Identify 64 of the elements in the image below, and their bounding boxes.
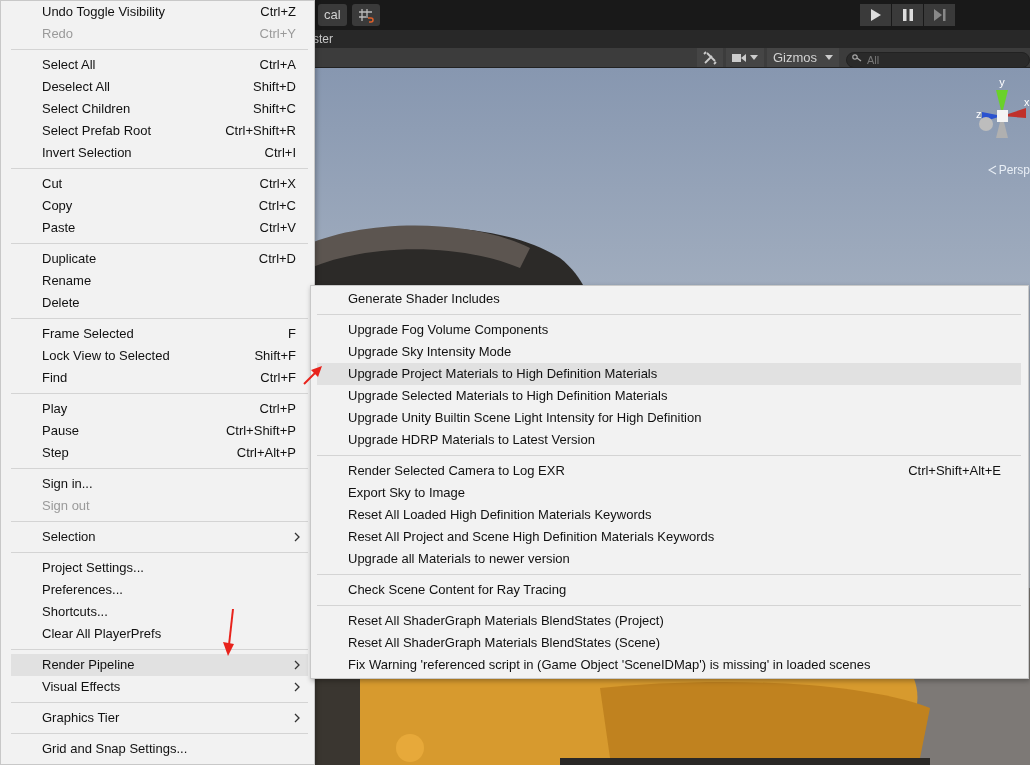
menu-item[interactable]: Check Scene Content for Ray Tracing [317,579,1021,601]
menu-item[interactable]: Find Ctrl+F [11,367,308,389]
menu-item[interactable]: Upgrade Unity Builtin Scene Light Intensity for High Definition [317,407,1021,429]
menu-item[interactable]: Upgrade Selected Materials to High Definition Materials [317,385,1021,407]
gizmos-dropdown[interactable]: Gizmos [766,48,839,67]
menu-item[interactable]: Copy Ctrl+C [11,195,308,217]
menu-item[interactable]: Select Prefab Root Ctrl+Shift+R [11,120,308,142]
grid-icon [357,7,374,23]
menu-item[interactable]: Rename [11,270,308,292]
menu-item[interactable]: Frame Selected F [11,323,308,345]
menu-item[interactable]: Upgrade all Materials to newer version [317,548,1021,570]
camera-dropdown[interactable] [725,48,764,67]
tools-icon [702,50,717,65]
pause-icon [902,9,913,21]
play-icon [870,9,881,21]
menu-item[interactable]: Undo Toggle Visibility Ctrl+Z [11,1,308,23]
menu-item[interactable]: Shortcuts... [11,601,308,623]
menu-item[interactable]: Play Ctrl+P [11,398,308,420]
menu-item[interactable]: Reset All Project and Scene High Definition Materials Keywords [317,526,1021,548]
menu-item[interactable]: Graphics Tier [11,707,308,729]
menu-item[interactable]: Generate Shader Includes [317,288,1021,310]
menu-item[interactable]: Reset All Loaded High Definition Materials Keywords [317,504,1021,526]
menu-item[interactable]: Step Ctrl+Alt+P [11,442,308,464]
menu-item[interactable]: Invert Selection Ctrl+I [11,142,308,164]
menu-item[interactable]: Sign in... [11,473,308,495]
menu-item[interactable]: Grid and Snap Settings... [11,738,308,760]
menu-item[interactable]: Preferences... [11,579,308,601]
menu-item[interactable]: Reset All ShaderGraph Materials BlendStates (Scene) [317,632,1021,654]
menu-item[interactable]: Export Sky to Image [317,482,1021,504]
menu-item[interactable]: Delete [11,292,308,314]
chevron-icon [987,165,997,175]
mode-button[interactable]: cal [318,4,347,26]
menu-item[interactable]: Upgrade Project Materials to High Definition Materials [317,363,1021,385]
menu-item[interactable]: Reset All ShaderGraph Materials BlendStates (Project) [317,610,1021,632]
menu-item[interactable]: Cut Ctrl+X [11,173,308,195]
arrow-icon [220,607,236,657]
play-button[interactable] [860,4,891,26]
menu-item[interactable]: Render Selected Camera to Log EXR Ctrl+Shift+Alt+E [317,460,1021,482]
menu-item[interactable]: Upgrade Fog Volume Components [317,319,1021,341]
menu-item[interactable]: Fix Warning 'referenced script in (Game Object 'SceneIDMap') is missing' in loaded scenes [317,654,1021,676]
camera-icon [731,52,746,63]
step-icon [933,9,946,21]
menu-item[interactable]: Clear All PlayerPrefs [11,623,308,645]
menu-item[interactable]: Upgrade Sky Intensity Mode [317,341,1021,363]
arrow-icon [302,364,324,386]
menu-item[interactable]: Select All Ctrl+A [11,54,308,76]
menu-item[interactable]: Paste Ctrl+V [11,217,308,239]
menu-item[interactable]: Pause Ctrl+Shift+P [11,420,308,442]
menu-item[interactable]: Project Settings... [11,557,308,579]
menu-item[interactable]: Select Children Shift+C [11,98,308,120]
caret-icon [825,55,833,60]
pause-button[interactable] [892,4,923,26]
tools-button[interactable] [696,48,723,67]
search-field[interactable]: All [846,51,1030,68]
menu-item[interactable]: Visual Effects [11,676,308,698]
menu-item[interactable]: Selection [11,526,308,548]
search-icon [852,53,862,62]
menu-item[interactable]: Lock View to Selected Shift+F [11,345,308,367]
grid-snap-button[interactable] [351,4,380,26]
menu-item[interactable]: Duplicate Ctrl+D [11,248,308,270]
menu-item[interactable]: Deselect All Shift+D [11,76,308,98]
caret-icon [749,55,758,60]
menu-item[interactable]: Upgrade HDRP Materials to Latest Version [317,429,1021,451]
menu-item[interactable]: Render Pipeline [11,654,308,676]
